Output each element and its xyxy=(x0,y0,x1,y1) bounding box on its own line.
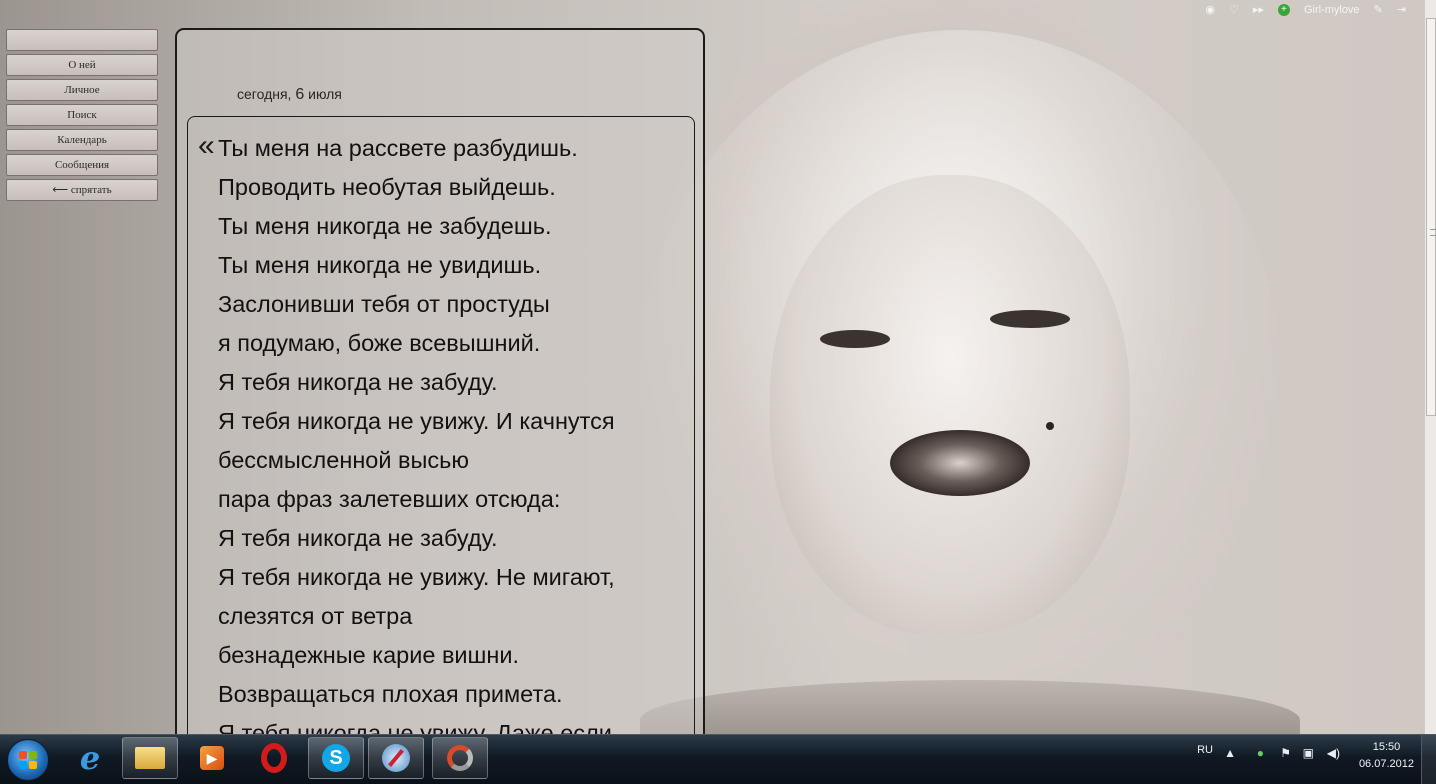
poem-line: бессмысленной высью xyxy=(218,447,470,473)
taskbar: e ▶ S RU ▲ ● ⚑ ▣ ◀) 15:50 06.07.2012 xyxy=(0,734,1436,784)
photo-face xyxy=(770,175,1130,635)
poem-line: Я тебя никогда не увижу. Не мигают, xyxy=(218,564,615,590)
settings-icon[interactable]: ✎ xyxy=(1374,3,1383,16)
logout-icon[interactable]: ⇥ xyxy=(1397,3,1406,16)
poem-line: Ты меня никогда не забудешь. xyxy=(218,213,552,239)
photo-lips xyxy=(890,430,1030,496)
forward-icon[interactable]: ▸▸ xyxy=(1253,3,1264,16)
poem-line: слезятся от ветра xyxy=(218,603,413,629)
taskbar-skype[interactable]: S xyxy=(308,737,364,779)
show-desktop-button[interactable] xyxy=(1421,735,1436,784)
poem-lines: Ты меня на рассвете разбудишь. Проводить… xyxy=(218,129,615,753)
poem-line: безнадежные карие вишни. xyxy=(218,642,520,668)
clock[interactable]: 15:50 06.07.2012 xyxy=(1359,739,1414,773)
folder-icon xyxy=(135,747,165,769)
top-user-bar: ◉ ♡ ▸▸ + Girl-mylove ✎ ⇥ xyxy=(1205,3,1406,16)
menu-item-hide[interactable]: ⟵ спрятать xyxy=(6,179,158,201)
username-link[interactable]: Girl-mylove xyxy=(1304,4,1360,16)
app-ring-icon xyxy=(447,745,473,771)
heart-icon[interactable]: ♡ xyxy=(1229,3,1239,16)
photo-right-eye xyxy=(990,310,1070,328)
compass-icon xyxy=(382,744,410,772)
quote-mark: « xyxy=(198,129,215,162)
media-player-icon: ▶ xyxy=(200,746,224,770)
system-tray: RU ▲ ● ⚑ ▣ ◀) 15:50 06.07.2012 xyxy=(1176,735,1436,784)
post-date-day: 6 xyxy=(295,86,305,103)
post-date: сегодня, 6 июля xyxy=(237,86,342,104)
photo-mole xyxy=(1046,422,1054,430)
taskbar-safari[interactable] xyxy=(368,737,424,779)
menu-item-calendar[interactable]: Календарь xyxy=(6,129,158,151)
scrollbar-thumb[interactable] xyxy=(1426,18,1436,416)
taskbar-ie[interactable]: e xyxy=(62,737,118,779)
rss-icon[interactable]: ◉ xyxy=(1205,3,1215,16)
side-menu: О ней Личное Поиск Календарь Сообщения ⟵… xyxy=(6,29,158,204)
network-icon[interactable]: ▣ xyxy=(1303,746,1314,760)
taskbar-media-player[interactable]: ▶ xyxy=(184,737,240,779)
volume-icon[interactable]: ◀) xyxy=(1327,746,1340,760)
poem-line: я подумаю, боже всевышний. xyxy=(218,330,541,356)
vertical-scrollbar[interactable] xyxy=(1424,0,1436,734)
internet-explorer-icon: e xyxy=(79,739,101,777)
post-date-word: сегодня, xyxy=(237,86,292,102)
menu-item-blank[interactable] xyxy=(6,29,158,51)
poem-line: Я тебя никогда не забуду. xyxy=(218,525,498,551)
taskbar-explorer[interactable] xyxy=(122,737,178,779)
menu-item-search[interactable]: Поиск xyxy=(6,104,158,126)
poem-line: Ты меня на рассвете разбудишь. xyxy=(218,135,578,161)
poem-line: Заслонивши тебя от простуды xyxy=(218,291,550,317)
poem-line: Я тебя никогда не увижу. И качнутся xyxy=(218,408,615,434)
language-indicator[interactable]: RU xyxy=(1197,744,1213,756)
menu-item-about[interactable]: О ней xyxy=(6,54,158,76)
menu-item-messages[interactable]: Сообщения xyxy=(6,154,158,176)
post-panel: сегодня, 6 июля « Ты меня на рассвете ра… xyxy=(175,28,705,756)
poem-line: Возвращаться плохая примета. xyxy=(218,681,563,707)
taskbar-opera[interactable] xyxy=(246,737,302,779)
opera-icon xyxy=(261,743,287,773)
taskbar-app[interactable] xyxy=(432,737,488,779)
poem-line: Ты меня никогда не увидишь. xyxy=(218,252,542,278)
start-button[interactable] xyxy=(7,739,49,781)
flag-icon[interactable]: ⚑ xyxy=(1280,746,1291,760)
poem-line: Проводить необутая выйдешь. xyxy=(218,174,556,200)
poem-line: Я тебя никогда не забуду. xyxy=(218,369,498,395)
skype-icon: S xyxy=(322,744,350,772)
windows-logo-icon xyxy=(19,751,37,769)
clock-time: 15:50 xyxy=(1372,741,1401,753)
clock-date: 06.07.2012 xyxy=(1358,758,1414,770)
tray-app-icon[interactable]: ● xyxy=(1257,746,1264,760)
post-date-month: июля xyxy=(308,86,342,102)
add-icon[interactable]: + xyxy=(1277,3,1290,16)
poem-line: пара фраз залетевших отсюда: xyxy=(218,486,561,512)
tray-arrow-icon[interactable]: ▲ xyxy=(1224,746,1236,760)
post-quote: « Ты меня на рассвете разбудишь. Проводи… xyxy=(187,116,695,756)
photo-left-eye xyxy=(820,330,890,348)
menu-item-personal[interactable]: Личное xyxy=(6,79,158,101)
